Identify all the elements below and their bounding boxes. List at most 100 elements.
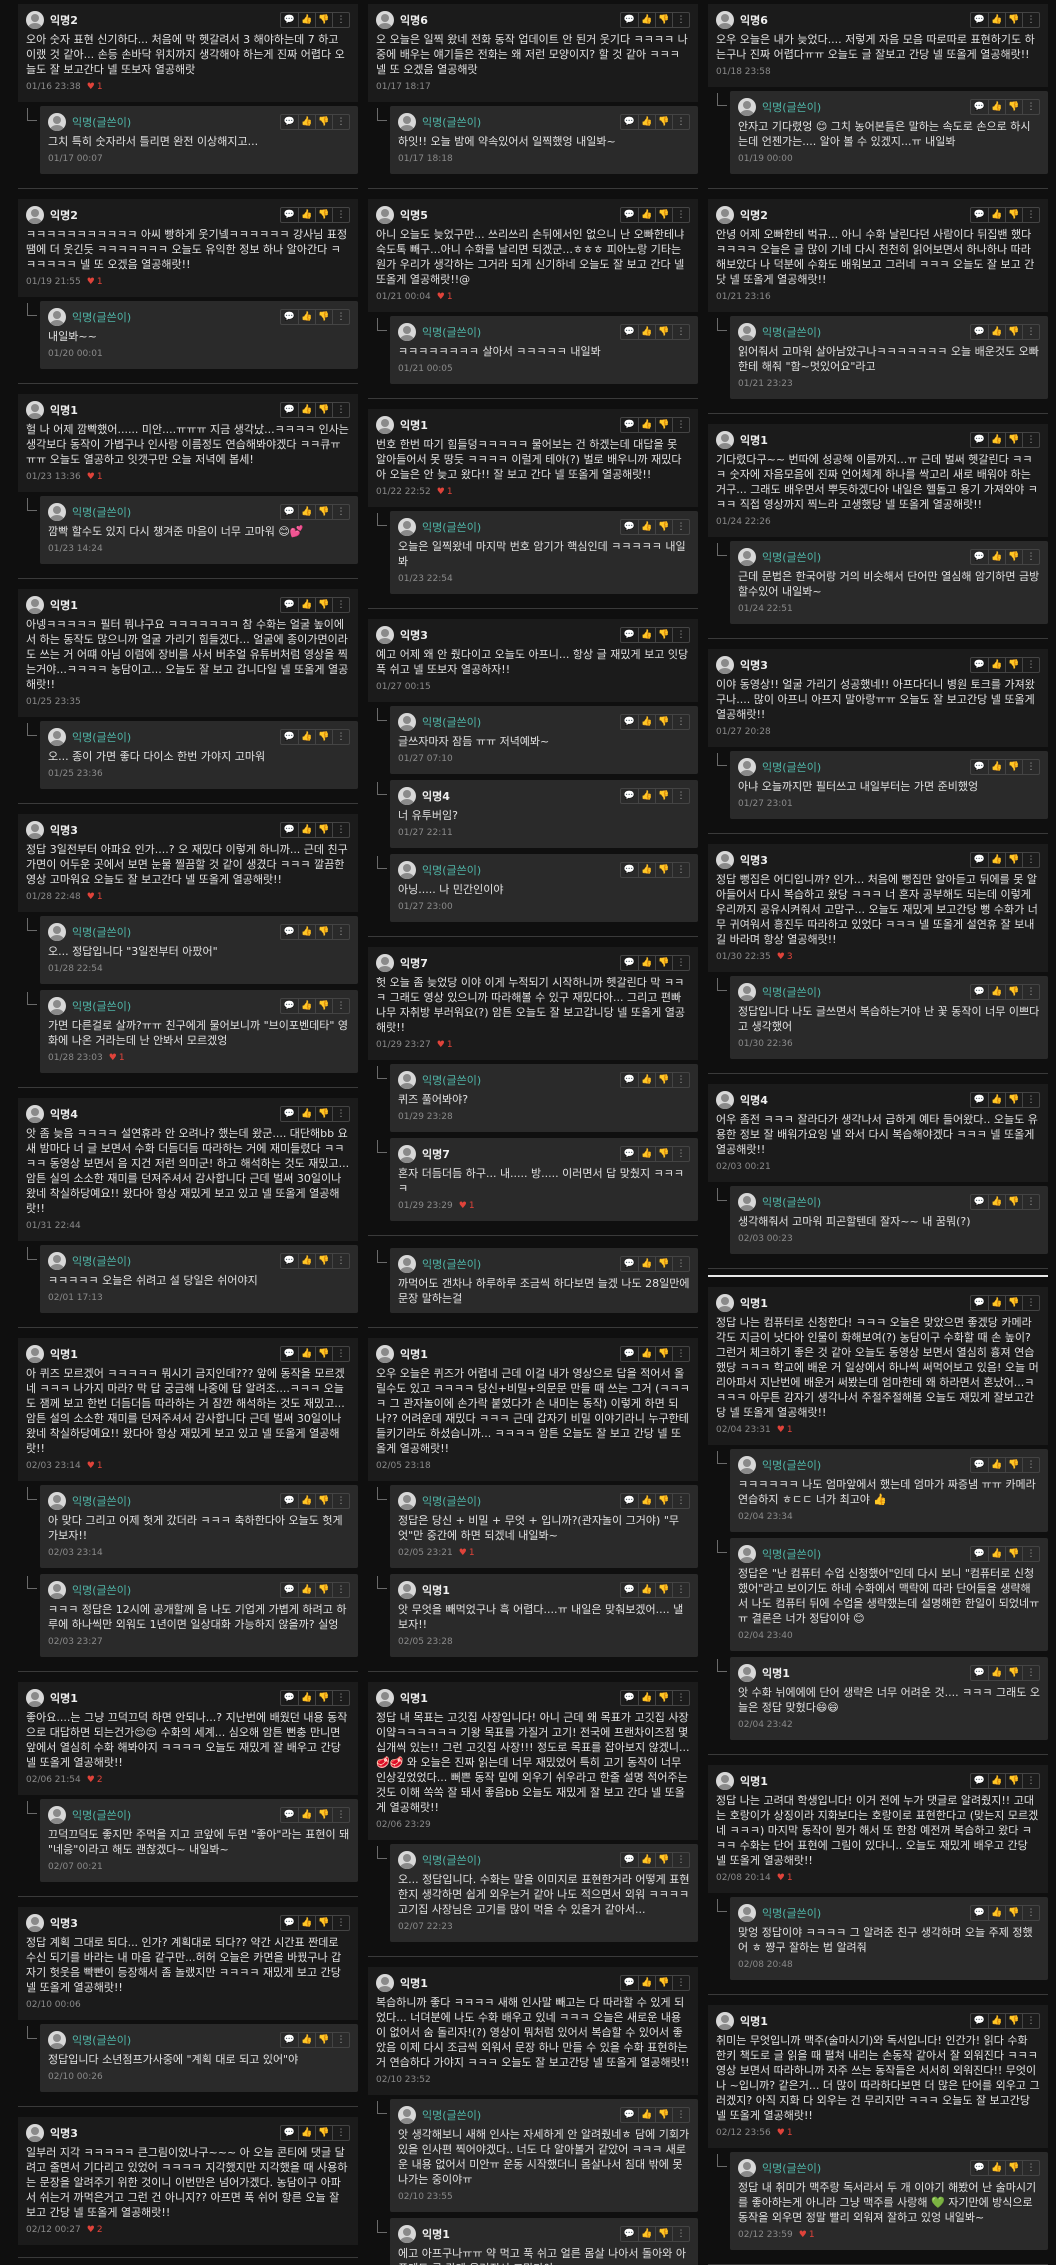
reply-button[interactable]: 💬 [971, 1458, 988, 1472]
more-button[interactable]: ⋮ [332, 505, 349, 519]
like-button[interactable]: 👍 [988, 13, 1005, 27]
more-button[interactable]: ⋮ [1022, 1296, 1039, 1310]
dislike-button[interactable]: 👎 [655, 13, 672, 27]
more-button[interactable]: ⋮ [332, 115, 349, 129]
like-button[interactable]: 👍 [988, 1195, 1005, 1209]
reply-button[interactable]: 💬 [281, 208, 298, 222]
reply-button[interactable]: 💬 [281, 403, 298, 417]
like-button[interactable]: 👍 [298, 1583, 315, 1597]
more-button[interactable]: ⋮ [672, 1853, 689, 1867]
more-button[interactable]: ⋮ [332, 1916, 349, 1930]
more-button[interactable]: ⋮ [672, 520, 689, 534]
dislike-button[interactable]: 👎 [655, 1257, 672, 1271]
dislike-button[interactable]: 👎 [655, 115, 672, 129]
more-button[interactable]: ⋮ [332, 310, 349, 324]
reply-button[interactable]: 💬 [621, 1976, 638, 1990]
like-button[interactable]: 👍 [298, 1916, 315, 1930]
like-button[interactable]: 👍 [298, 1691, 315, 1705]
like-button[interactable]: 👍 [638, 1073, 655, 1087]
dislike-button[interactable]: 👎 [655, 1691, 672, 1705]
reply-button[interactable]: 💬 [621, 520, 638, 534]
more-button[interactable]: ⋮ [1022, 433, 1039, 447]
dislike-button[interactable]: 👎 [1005, 208, 1022, 222]
more-button[interactable]: ⋮ [672, 628, 689, 642]
reply-button[interactable]: 💬 [971, 1774, 988, 1788]
dislike-button[interactable]: 👎 [1005, 853, 1022, 867]
reply-button[interactable]: 💬 [281, 999, 298, 1013]
more-button[interactable]: ⋮ [1022, 853, 1039, 867]
more-button[interactable]: ⋮ [1022, 658, 1039, 672]
dislike-button[interactable]: 👎 [655, 2108, 672, 2122]
reply-button[interactable]: 💬 [621, 1257, 638, 1271]
reply-button[interactable]: 💬 [281, 823, 298, 837]
dislike-button[interactable]: 👎 [315, 208, 332, 222]
like-button[interactable]: 👍 [638, 715, 655, 729]
dislike-button[interactable]: 👎 [1005, 1666, 1022, 1680]
more-button[interactable]: ⋮ [672, 2108, 689, 2122]
more-button[interactable]: ⋮ [1022, 13, 1039, 27]
dislike-button[interactable]: 👎 [315, 1691, 332, 1705]
more-button[interactable]: ⋮ [672, 1976, 689, 1990]
more-button[interactable]: ⋮ [672, 208, 689, 222]
dislike-button[interactable]: 👎 [315, 823, 332, 837]
reply-button[interactable]: 💬 [971, 2014, 988, 2028]
reply-button[interactable]: 💬 [621, 628, 638, 642]
reply-button[interactable]: 💬 [621, 1347, 638, 1361]
dislike-button[interactable]: 👎 [315, 13, 332, 27]
dislike-button[interactable]: 👎 [655, 1494, 672, 1508]
more-button[interactable]: ⋮ [332, 1347, 349, 1361]
like-button[interactable]: 👍 [638, 2227, 655, 2241]
dislike-button[interactable]: 👎 [315, 2126, 332, 2140]
reply-button[interactable]: 💬 [971, 1906, 988, 1920]
dislike-button[interactable]: 👎 [315, 505, 332, 519]
dislike-button[interactable]: 👎 [1005, 658, 1022, 672]
reply-button[interactable]: 💬 [971, 2161, 988, 2175]
reply-button[interactable]: 💬 [621, 418, 638, 432]
more-button[interactable]: ⋮ [672, 325, 689, 339]
more-button[interactable]: ⋮ [332, 999, 349, 1013]
reply-button[interactable]: 💬 [971, 1666, 988, 1680]
like-button[interactable]: 👍 [638, 956, 655, 970]
dislike-button[interactable]: 👎 [655, 325, 672, 339]
reply-button[interactable]: 💬 [621, 1583, 638, 1597]
more-button[interactable]: ⋮ [1022, 325, 1039, 339]
like-button[interactable]: 👍 [638, 628, 655, 642]
like-button[interactable]: 👍 [298, 403, 315, 417]
like-button[interactable]: 👍 [298, 13, 315, 27]
like-button[interactable]: 👍 [638, 789, 655, 803]
more-button[interactable]: ⋮ [672, 1347, 689, 1361]
dislike-button[interactable]: 👎 [655, 1147, 672, 1161]
like-button[interactable]: 👍 [988, 1666, 1005, 1680]
dislike-button[interactable]: 👎 [1005, 550, 1022, 564]
dislike-button[interactable]: 👎 [655, 956, 672, 970]
dislike-button[interactable]: 👎 [1005, 1195, 1022, 1209]
reply-button[interactable]: 💬 [971, 1093, 988, 1107]
more-button[interactable]: ⋮ [672, 418, 689, 432]
like-button[interactable]: 👍 [988, 853, 1005, 867]
dislike-button[interactable]: 👎 [1005, 1093, 1022, 1107]
dislike-button[interactable]: 👎 [655, 628, 672, 642]
like-button[interactable]: 👍 [988, 985, 1005, 999]
like-button[interactable]: 👍 [298, 1494, 315, 1508]
reply-button[interactable]: 💬 [281, 310, 298, 324]
reply-button[interactable]: 💬 [281, 1107, 298, 1121]
reply-button[interactable]: 💬 [971, 208, 988, 222]
reply-button[interactable]: 💬 [281, 13, 298, 27]
like-button[interactable]: 👍 [988, 100, 1005, 114]
more-button[interactable]: ⋮ [1022, 1458, 1039, 1472]
dislike-button[interactable]: 👎 [315, 1494, 332, 1508]
more-button[interactable]: ⋮ [672, 715, 689, 729]
more-button[interactable]: ⋮ [1022, 2161, 1039, 2175]
like-button[interactable]: 👍 [988, 1458, 1005, 1472]
dislike-button[interactable]: 👎 [1005, 1296, 1022, 1310]
more-button[interactable]: ⋮ [1022, 550, 1039, 564]
dislike-button[interactable]: 👎 [1005, 100, 1022, 114]
more-button[interactable]: ⋮ [332, 598, 349, 612]
reply-button[interactable]: 💬 [281, 1347, 298, 1361]
more-button[interactable]: ⋮ [672, 1147, 689, 1161]
dislike-button[interactable]: 👎 [315, 1916, 332, 1930]
more-button[interactable]: ⋮ [332, 823, 349, 837]
dislike-button[interactable]: 👎 [315, 1254, 332, 1268]
reply-button[interactable]: 💬 [971, 1195, 988, 1209]
like-button[interactable]: 👍 [638, 1147, 655, 1161]
